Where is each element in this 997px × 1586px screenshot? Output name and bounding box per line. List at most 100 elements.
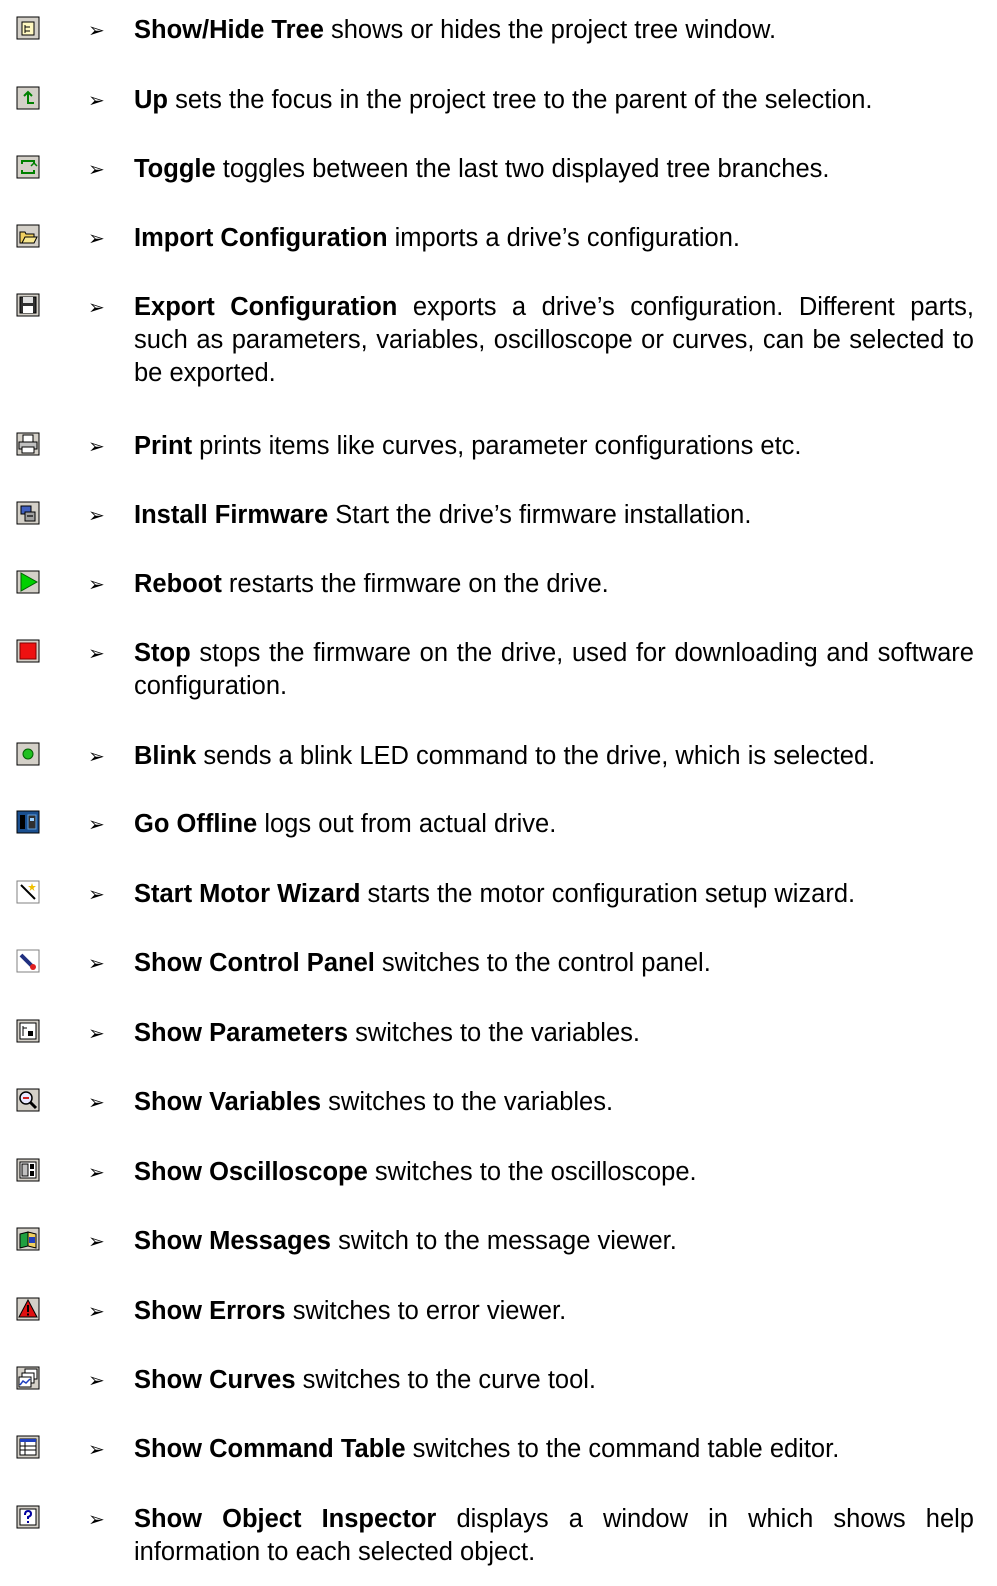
item-title: Start Motor Wizard: [134, 880, 361, 908]
item-description: switches to the variables.: [321, 1088, 614, 1116]
item-text: Reboot restarts the firmware on the driv…: [134, 568, 974, 601]
item-description: starts the motor configuration setup wiz…: [360, 880, 856, 908]
magic-wand-icon: [16, 880, 40, 904]
item-text: Import Configuration imports a drive’s c…: [134, 222, 974, 255]
bullet: ➢: [88, 1301, 105, 1323]
curves-icon: [16, 1366, 40, 1390]
item-description: switches to the oscilloscope.: [367, 1158, 697, 1186]
item-title: Show Variables: [134, 1088, 322, 1116]
stop-icon: [16, 639, 40, 663]
help-icon: [16, 1505, 40, 1529]
item-text: Show Errors switches to error viewer.: [134, 1295, 974, 1328]
item-description: stops the firmware on the drive, used fo…: [134, 639, 974, 700]
item-title: Show Oscilloscope: [134, 1158, 368, 1186]
item-title: Show Parameters: [134, 1019, 349, 1047]
item-text: Blink sends a blink LED command to the d…: [134, 740, 974, 773]
item-title: Show/Hide Tree: [134, 16, 324, 44]
parameters-icon: [16, 1019, 40, 1043]
item-description: sends a blink LED command to the drive, …: [196, 742, 876, 770]
bullet: ➢: [88, 436, 105, 458]
item-description: restarts the firmware on the drive.: [221, 570, 609, 598]
item-text: Show Control Panel switches to the contr…: [134, 947, 974, 980]
item-description: prints items like curves, parameter conf…: [192, 432, 802, 460]
bullet: ➢: [88, 1439, 105, 1461]
item-description: sets the focus in the project tree to th…: [168, 86, 873, 114]
item-text: Show Oscilloscope switches to the oscill…: [134, 1156, 974, 1189]
open-folder-icon: [16, 224, 40, 248]
item-description: switches to error viewer.: [285, 1297, 567, 1325]
floppy-disk-icon: [16, 293, 40, 317]
item-title: Show Object Inspector: [134, 1505, 437, 1533]
item-description: Start the drive’s firmware installation.: [328, 501, 752, 529]
up-arrow-icon: [16, 86, 40, 110]
item-text: Show Parameters switches to the variable…: [134, 1017, 974, 1050]
bullet: ➢: [88, 643, 105, 665]
oscilloscope-icon: [16, 1158, 40, 1182]
bullet: ➢: [88, 953, 105, 975]
bullet: ➢: [88, 746, 105, 768]
item-title: Reboot: [134, 570, 222, 598]
messages-icon: [16, 1227, 40, 1251]
bullet: ➢: [88, 574, 105, 596]
item-description: switches to the command table editor.: [405, 1435, 840, 1463]
command-table-icon: [16, 1435, 40, 1459]
item-text: Go Offline logs out from actual drive.: [134, 808, 974, 841]
bullet: ➢: [88, 814, 105, 836]
item-text: Export Configuration exports a drive’s c…: [134, 291, 974, 390]
item-title: Show Curves: [134, 1366, 296, 1394]
item-title: Install Firmware: [134, 501, 329, 529]
item-title: Stop: [134, 639, 191, 667]
item-text: Start Motor Wizard starts the motor conf…: [134, 878, 974, 911]
item-description: switches to the control panel.: [374, 949, 711, 977]
control-panel-icon: [16, 949, 40, 973]
item-text: Show Command Table switches to the comma…: [134, 1433, 974, 1466]
install-firmware-icon: [16, 501, 40, 525]
printer-icon: [16, 432, 40, 456]
bullet: ➢: [88, 1509, 105, 1531]
item-description: shows or hides the project tree window.: [323, 16, 777, 44]
item-text: Show Curves switches to the curve tool.: [134, 1364, 974, 1397]
bullet: ➢: [88, 20, 105, 42]
bullet: ➢: [88, 297, 105, 319]
item-text: Show/Hide Tree shows or hides the projec…: [134, 14, 974, 47]
item-description: switches to the curve tool.: [295, 1366, 597, 1394]
bullet: ➢: [88, 1231, 105, 1253]
item-title: Print: [134, 432, 193, 460]
bullet: ➢: [88, 1162, 105, 1184]
item-text: Stop stops the firmware on the drive, us…: [134, 637, 974, 703]
item-description: logs out from actual drive.: [257, 810, 557, 838]
item-text: Show Messages switch to the message view…: [134, 1225, 974, 1258]
bullet: ➢: [88, 1092, 105, 1114]
item-title: Show Control Panel: [134, 949, 375, 977]
item-description: switches to the variables.: [348, 1019, 640, 1047]
item-text: Show Object Inspector displays a window …: [134, 1503, 974, 1569]
bullet: ➢: [88, 159, 105, 181]
show-hide-tree-icon: [16, 16, 40, 40]
item-title: Show Errors: [134, 1297, 286, 1325]
item-title: Blink: [134, 742, 197, 770]
blink-led-icon: [16, 742, 40, 766]
bullet: ➢: [88, 1023, 105, 1045]
toggle-icon: [16, 155, 40, 179]
item-title: Up: [134, 86, 168, 114]
item-text: Print prints items like curves, paramete…: [134, 430, 974, 463]
bullet: ➢: [88, 228, 105, 250]
bullet: ➢: [88, 505, 105, 527]
bullet: ➢: [88, 90, 105, 112]
item-description: imports a drive’s configuration.: [387, 224, 740, 252]
item-title: Show Messages: [134, 1227, 331, 1255]
item-title: Import Configuration: [134, 224, 388, 252]
play-icon: [16, 570, 40, 594]
item-description: switch to the message viewer.: [331, 1227, 677, 1255]
item-text: Show Variables switches to the variables…: [134, 1086, 974, 1119]
bullet: ➢: [88, 1370, 105, 1392]
item-text: Toggle toggles between the last two disp…: [134, 153, 974, 186]
variables-icon: [16, 1088, 40, 1112]
go-offline-icon: [16, 810, 40, 834]
item-text: Install Firmware Start the drive’s firmw…: [134, 499, 974, 532]
item-title: Export Configuration: [134, 293, 398, 321]
item-description: toggles between the last two displayed t…: [215, 155, 830, 183]
warning-icon: [16, 1297, 40, 1321]
item-title: Show Command Table: [134, 1435, 406, 1463]
item-title: Toggle: [134, 155, 216, 183]
